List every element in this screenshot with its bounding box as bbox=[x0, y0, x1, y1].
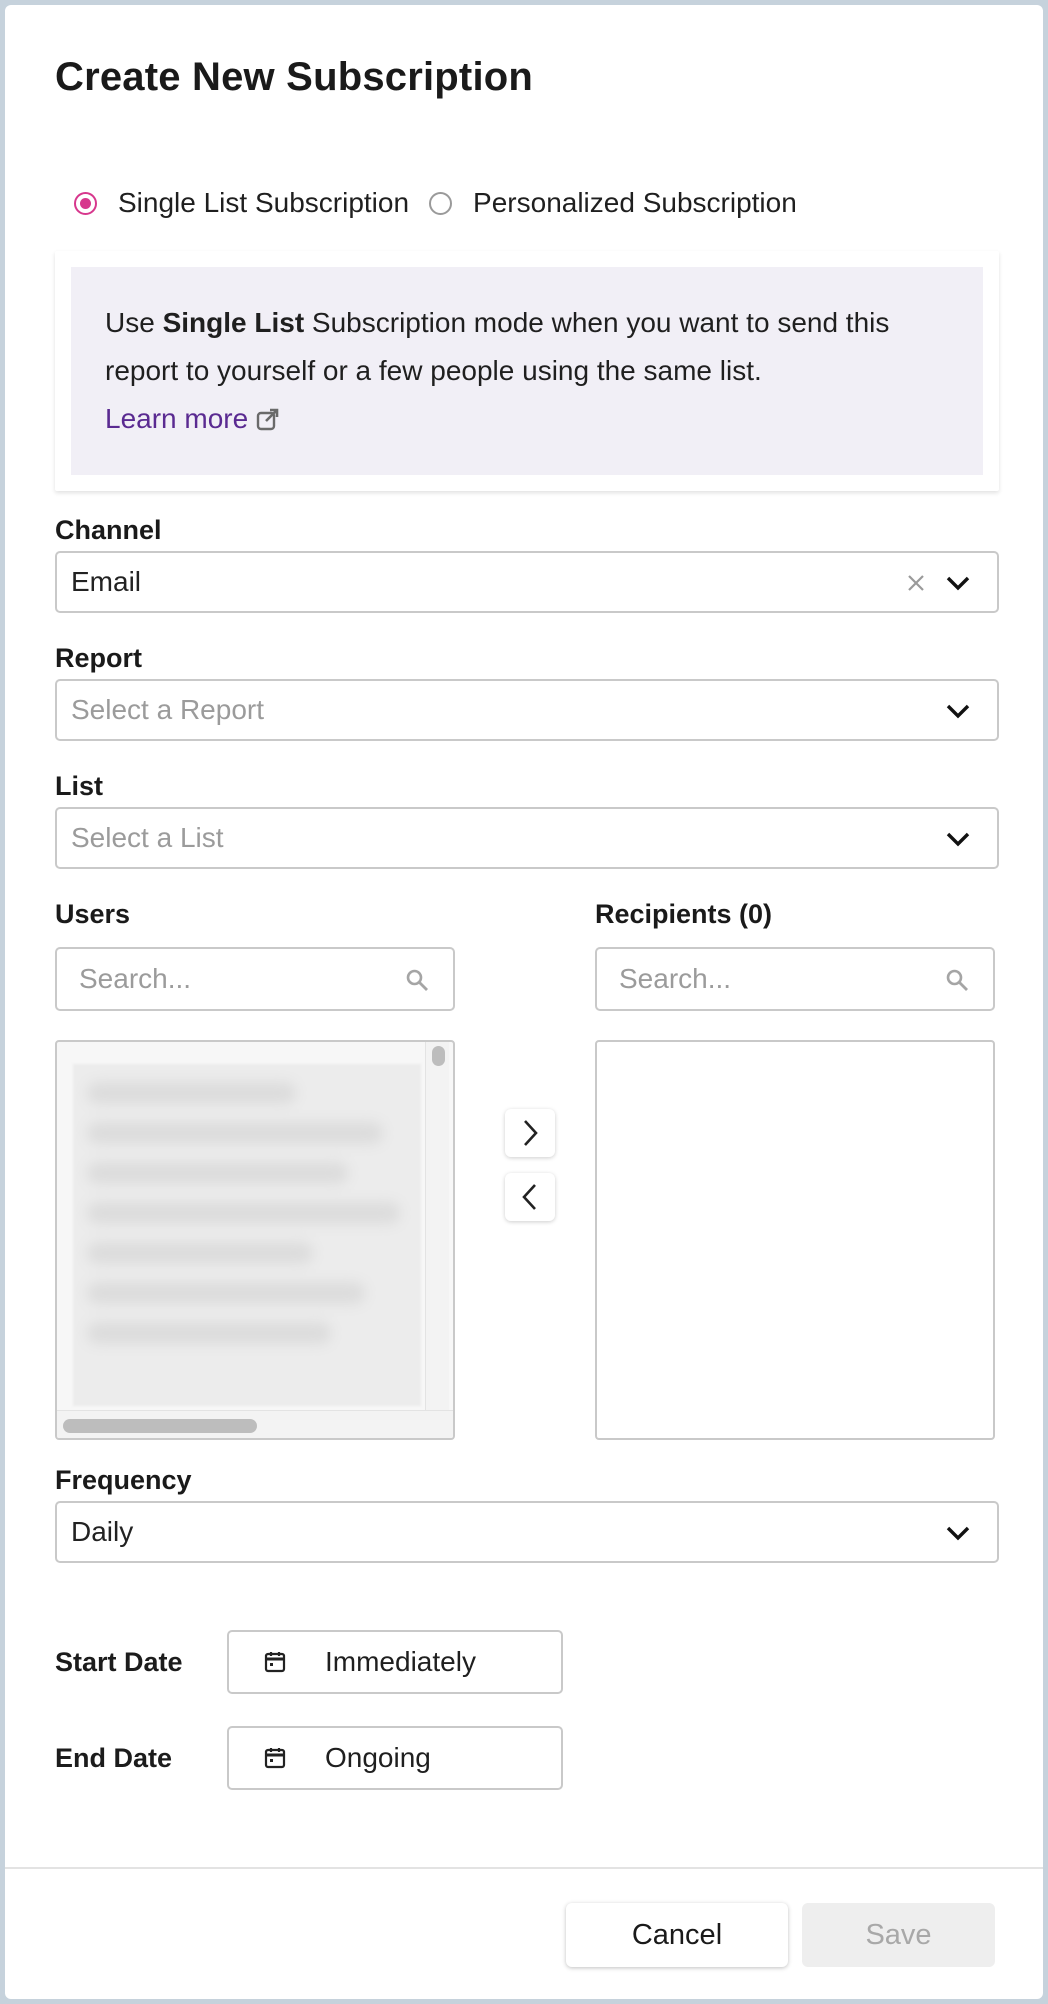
users-search-box[interactable] bbox=[55, 947, 455, 1011]
list-label: List bbox=[55, 771, 104, 801]
add-recipient-button[interactable] bbox=[505, 1109, 555, 1157]
chevron-down-icon bbox=[946, 1526, 970, 1541]
scrollbar-thumb[interactable] bbox=[63, 1419, 257, 1433]
recipients-search-input[interactable] bbox=[619, 963, 919, 995]
info-message: Use Single List Subscription mode when y… bbox=[71, 267, 983, 475]
radio-button-checked[interactable] bbox=[74, 191, 97, 215]
chevron-right-icon bbox=[524, 1120, 538, 1146]
users-label: Users bbox=[55, 899, 131, 929]
dialog-title: Create New Subscription bbox=[55, 55, 534, 99]
subscription-mode-group: Single List Subscription Personalized Su… bbox=[74, 183, 797, 223]
save-button[interactable]: Save bbox=[802, 1903, 995, 1967]
learn-more-link[interactable]: Learn more bbox=[105, 395, 280, 443]
recipients-label: Recipients (0) bbox=[595, 899, 773, 929]
report-placeholder: Select a Report bbox=[71, 694, 264, 725]
radio-personalized[interactable]: Personalized Subscription bbox=[429, 187, 797, 219]
radio-label: Single List Subscription bbox=[118, 187, 410, 218]
external-link-icon bbox=[256, 408, 279, 431]
list-placeholder: Select a List bbox=[71, 822, 224, 853]
search-icon bbox=[406, 969, 428, 991]
channel-value: Email bbox=[71, 566, 142, 597]
list-select[interactable]: Select a List bbox=[55, 807, 999, 869]
frequency-select[interactable]: Daily bbox=[55, 1501, 999, 1563]
frequency-label: Frequency bbox=[55, 1465, 192, 1495]
horizontal-scrollbar[interactable] bbox=[57, 1410, 453, 1438]
report-select[interactable]: Select a Report bbox=[55, 679, 999, 741]
create-subscription-dialog: Create New Subscription Single List Subs… bbox=[5, 5, 1043, 1999]
remove-recipient-button[interactable] bbox=[505, 1173, 555, 1221]
users-search-input[interactable] bbox=[79, 963, 379, 995]
vertical-scrollbar[interactable] bbox=[425, 1042, 449, 1412]
calendar-icon bbox=[264, 1748, 286, 1769]
chevron-down-icon bbox=[946, 576, 970, 591]
radio-button-unchecked[interactable] bbox=[429, 191, 453, 215]
info-text-prefix: Use bbox=[105, 307, 163, 338]
start-date-label: Start Date bbox=[55, 1647, 183, 1677]
end-date-picker[interactable]: Ongoing bbox=[227, 1726, 563, 1790]
radio-label: Personalized Subscription bbox=[473, 187, 797, 218]
end-date-value: Ongoing bbox=[325, 1742, 431, 1773]
start-date-value: Immediately bbox=[325, 1646, 476, 1677]
recipients-search-box[interactable] bbox=[595, 947, 995, 1011]
channel-label: Channel bbox=[55, 515, 162, 545]
learn-more-label: Learn more bbox=[105, 403, 249, 434]
report-label: Report bbox=[55, 643, 142, 673]
search-icon bbox=[946, 969, 968, 991]
chevron-down-icon bbox=[946, 832, 970, 847]
chevron-down-icon bbox=[946, 704, 970, 719]
start-date-picker[interactable]: Immediately bbox=[227, 1630, 563, 1694]
info-card: Use Single List Subscription mode when y… bbox=[55, 251, 999, 491]
scrollbar-thumb[interactable] bbox=[432, 1046, 445, 1066]
end-date-label: End Date bbox=[55, 1743, 173, 1773]
users-list[interactable] bbox=[55, 1040, 455, 1440]
radio-single-list[interactable]: Single List Subscription bbox=[74, 187, 409, 219]
recipients-list[interactable] bbox=[595, 1040, 995, 1440]
users-list-blurred-content bbox=[73, 1064, 421, 1406]
channel-select[interactable]: Email bbox=[55, 551, 999, 613]
chevron-left-icon bbox=[522, 1184, 536, 1210]
clear-icon[interactable] bbox=[903, 570, 929, 596]
calendar-icon bbox=[264, 1652, 286, 1673]
footer-divider bbox=[5, 1867, 1043, 1869]
cancel-button[interactable]: Cancel bbox=[566, 1903, 788, 1967]
frequency-value: Daily bbox=[71, 1516, 134, 1547]
info-text-bold: Single List bbox=[162, 307, 305, 338]
